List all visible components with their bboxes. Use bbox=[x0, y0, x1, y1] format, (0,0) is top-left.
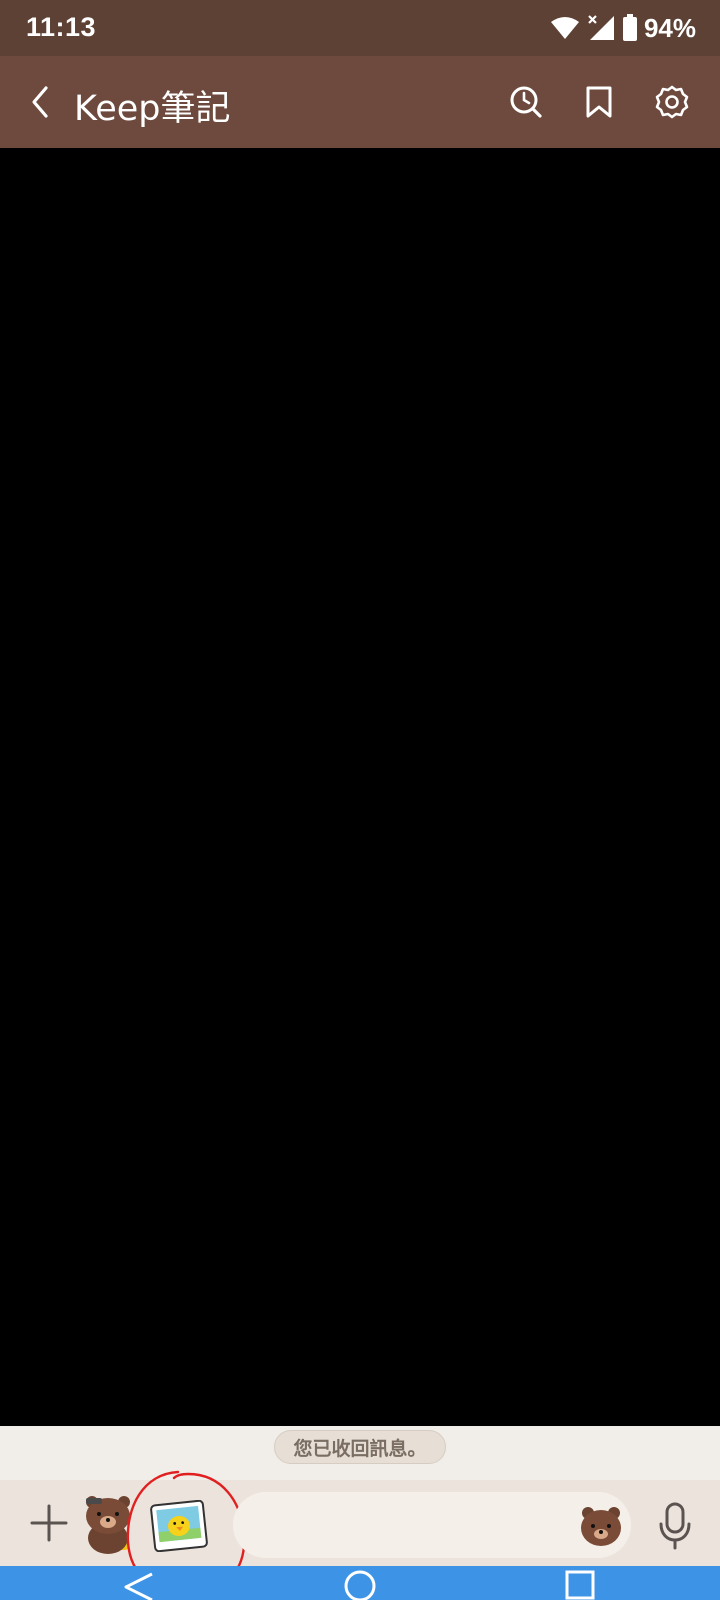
photo-sticker-icon[interactable] bbox=[150, 1500, 208, 1552]
microphone-icon[interactable] bbox=[652, 1500, 698, 1552]
status-time: 11:13 bbox=[26, 12, 97, 42]
bear-emoji-icon[interactable] bbox=[579, 1504, 623, 1548]
bookmark-icon[interactable] bbox=[575, 78, 623, 126]
settings-icon[interactable] bbox=[648, 78, 696, 126]
chat-title: Keep筆記 bbox=[74, 89, 231, 129]
status-bar: 11:13 94% bbox=[0, 0, 720, 56]
nav-recents-icon[interactable] bbox=[564, 1568, 596, 1600]
plus-icon[interactable] bbox=[26, 1500, 72, 1546]
app-bar: Keep筆記 bbox=[0, 56, 720, 148]
nav-back-icon[interactable] bbox=[122, 1568, 156, 1600]
brown-bear-sticker-icon[interactable] bbox=[80, 1494, 142, 1556]
search-history-icon[interactable] bbox=[502, 78, 550, 126]
unsent-message-notice: 您已收回訊息。 bbox=[274, 1430, 446, 1464]
back-icon[interactable] bbox=[18, 78, 66, 126]
message-input[interactable] bbox=[233, 1492, 631, 1558]
battery-percentage: 94% bbox=[643, 12, 696, 43]
wifi-icon bbox=[550, 17, 579, 39]
battery-icon bbox=[622, 14, 637, 41]
signal-icon bbox=[588, 15, 614, 40]
chat-message-area[interactable] bbox=[0, 148, 720, 1426]
nav-home-icon[interactable] bbox=[342, 1568, 378, 1600]
status-icons: 94% bbox=[550, 12, 696, 44]
